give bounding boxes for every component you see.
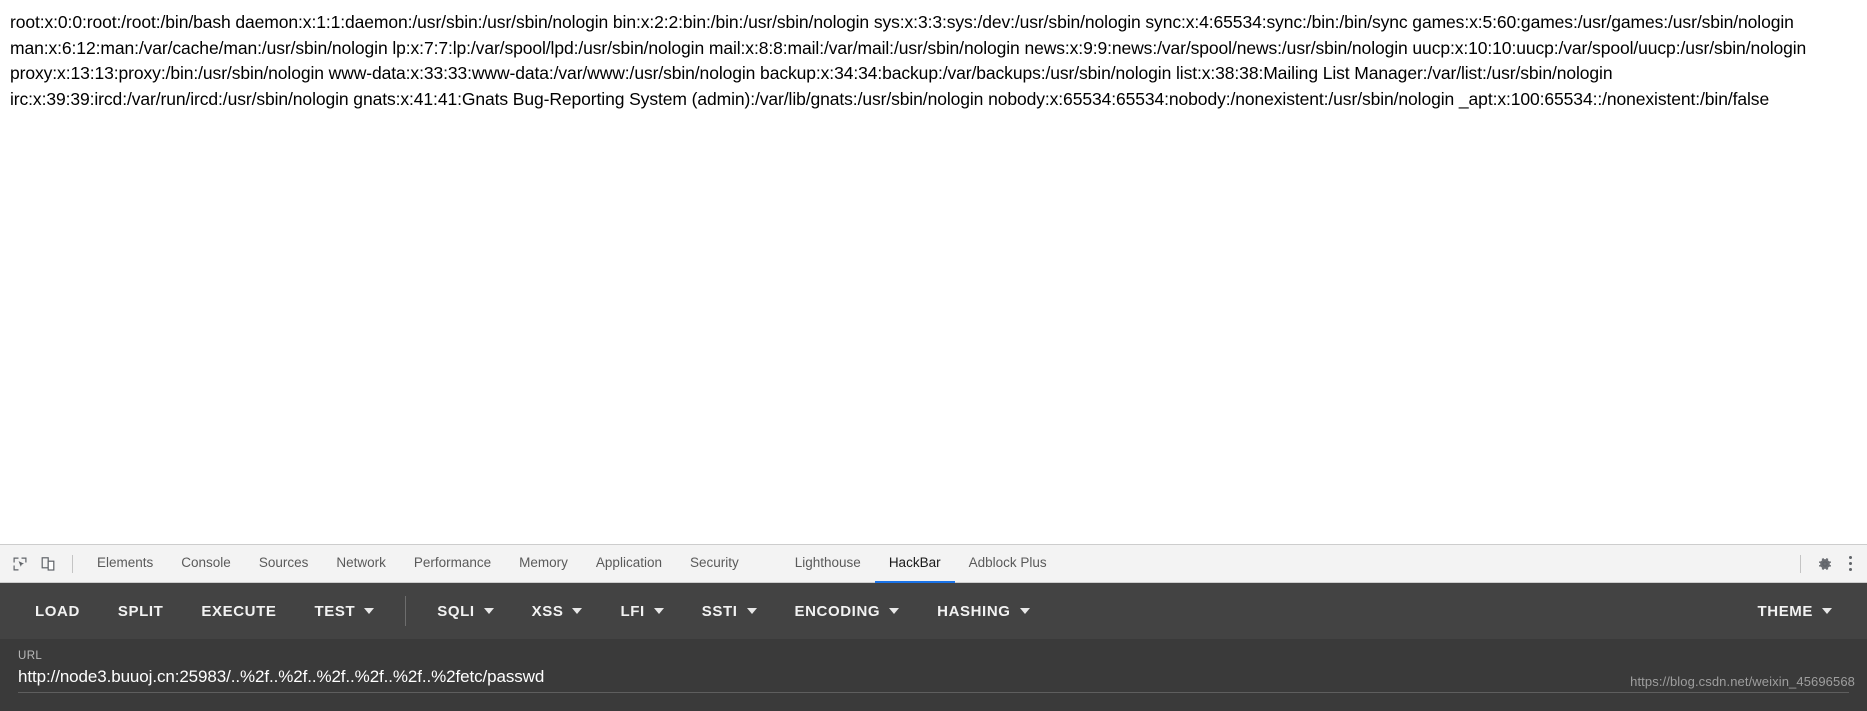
url-field-label: URL <box>18 650 43 662</box>
tab-elements[interactable]: Elements <box>83 545 167 583</box>
device-toolbar-icon[interactable] <box>34 550 62 578</box>
more-vertical-icon[interactable] <box>1839 550 1861 578</box>
chevron-down-icon <box>889 608 900 614</box>
test-menu-button[interactable]: TEST <box>295 593 393 629</box>
tab-sources[interactable]: Sources <box>245 545 323 583</box>
execute-button-label: EXECUTE <box>201 602 277 620</box>
chevron-down-icon <box>572 608 583 614</box>
chevron-down-icon <box>1822 608 1832 614</box>
tab-label: Performance <box>413 555 492 570</box>
toolbar-divider-right <box>1800 554 1801 573</box>
passwd-file-output: root:x:0:0:root:/root:/bin/bash daemon:x… <box>10 12 1807 109</box>
chevron-down-icon <box>483 608 494 614</box>
tab-hackbar[interactable]: HackBar <box>874 545 955 583</box>
tab-label: Memory <box>519 555 568 570</box>
load-button-label: LOAD <box>35 602 80 620</box>
split-button-label: SPLIT <box>117 602 164 620</box>
gear-icon[interactable] <box>1811 550 1839 578</box>
tab-label: Application <box>595 555 662 570</box>
devtools-panel: Elements Console Sources Network Perform… <box>0 544 1867 583</box>
theme-menu-label: THEME <box>1757 602 1813 620</box>
execute-button[interactable]: EXECUTE <box>182 593 295 629</box>
xss-menu-button[interactable]: XSS <box>513 593 602 629</box>
tab-security[interactable]: Security <box>676 545 753 583</box>
devtools-tab-bar: Elements Console Sources Network Perform… <box>0 545 1867 583</box>
hackbar-toolbar: LOAD SPLIT EXECUTE TEST SQLI XSS LFI SST… <box>0 583 1867 639</box>
lfi-menu-label: LFI <box>620 602 645 620</box>
tab-label: HackBar <box>888 555 941 570</box>
chevron-down-icon <box>1019 608 1030 614</box>
url-input-underline <box>18 692 1849 693</box>
tab-label: Sources <box>258 555 309 570</box>
browser-window: root:x:0:0:root:/root:/bin/bash daemon:x… <box>0 0 1867 711</box>
tab-lighthouse[interactable]: Lighthouse <box>781 545 875 583</box>
ssti-menu-button[interactable]: SSTI <box>683 593 776 629</box>
tab-performance[interactable]: Performance <box>400 545 505 583</box>
ssti-menu-label: SSTI <box>701 602 738 620</box>
hackbar-panel: LOAD SPLIT EXECUTE TEST SQLI XSS LFI SST… <box>0 583 1867 711</box>
hashing-menu-button[interactable]: HASHING <box>918 593 1048 629</box>
devtools-tabs: Elements Console Sources Network Perform… <box>83 545 1790 583</box>
tab-network[interactable]: Network <box>322 545 400 583</box>
encoding-menu-button[interactable]: ENCODING <box>776 593 919 629</box>
chevron-down-icon <box>364 608 375 614</box>
sqli-menu-button[interactable]: SQLI <box>418 593 512 629</box>
toolbar-divider <box>72 554 73 573</box>
tab-label: Adblock Plus <box>968 555 1047 570</box>
tab-application[interactable]: Application <box>582 545 676 583</box>
tab-label: Network <box>336 555 386 570</box>
theme-menu-button[interactable]: THEME <box>1739 593 1852 629</box>
inspect-element-icon[interactable] <box>6 550 34 578</box>
tab-memory[interactable]: Memory <box>505 545 582 583</box>
tab-label: Console <box>181 555 231 570</box>
tab-label: Security <box>689 555 739 570</box>
chevron-down-icon <box>653 608 664 614</box>
tab-label: Lighthouse <box>794 555 861 570</box>
hashing-menu-label: HASHING <box>937 602 1011 620</box>
split-button[interactable]: SPLIT <box>99 593 183 629</box>
lfi-menu-button[interactable]: LFI <box>601 593 682 629</box>
hackbar-divider <box>405 596 407 626</box>
tab-console[interactable]: Console <box>167 545 245 583</box>
xss-menu-label: XSS <box>531 602 564 620</box>
watermark-text: https://blog.csdn.net/weixin_45696568 <box>1630 674 1855 689</box>
page-viewport: root:x:0:0:root:/root:/bin/bash daemon:x… <box>0 0 1867 544</box>
devtools-tabbar-right <box>1790 550 1863 578</box>
url-input[interactable] <box>18 667 1849 691</box>
tab-adblock-plus[interactable]: Adblock Plus <box>955 545 1061 583</box>
chevron-down-icon <box>746 608 757 614</box>
sqli-menu-label: SQLI <box>437 602 475 620</box>
test-menu-label: TEST <box>314 602 356 620</box>
hackbar-url-section: URL https://blog.csdn.net/weixin_4569656… <box>0 639 1867 711</box>
load-button[interactable]: LOAD <box>16 593 99 629</box>
encoding-menu-label: ENCODING <box>794 602 881 620</box>
tab-label: Elements <box>97 555 154 570</box>
